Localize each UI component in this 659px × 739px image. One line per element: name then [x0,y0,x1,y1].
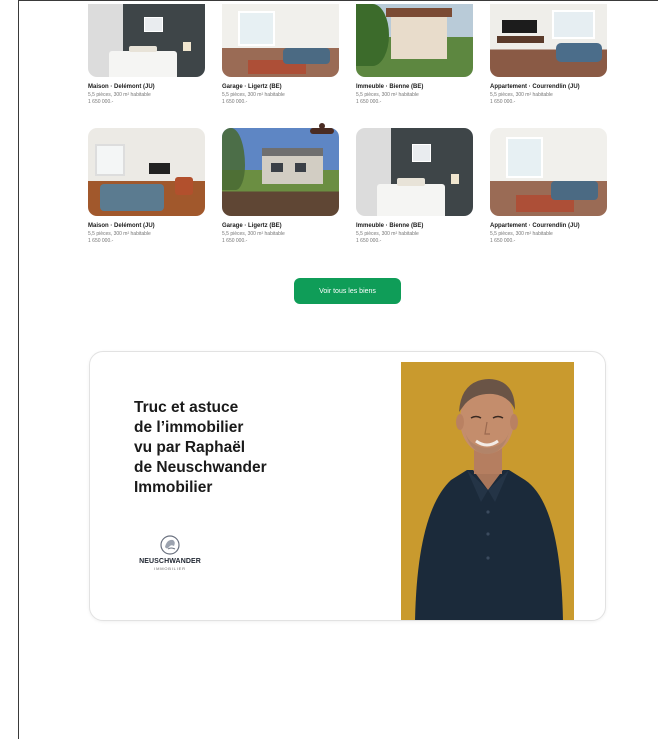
listing-card[interactable]: Maison · Delémont (JU) 5,5 pièces, 300 m… [88,4,205,105]
lion-logo-icon [160,535,180,555]
listing-title[interactable]: Garage · Ligertz (BE) [222,223,339,229]
listing-price: 1 650 000.- [356,238,382,244]
view-all-listings-button[interactable]: Voir tous les biens [294,278,401,304]
listing-price: 1 650 000.- [88,238,114,244]
building-exterior-photo[interactable] [222,128,339,216]
logo-name: NEUSCHWANDER [139,558,201,565]
promo-heading: Truc et astuce de l’immobilier vu par Ra… [134,399,267,496]
ceiling-fan-decoration [310,123,334,134]
listing-title[interactable]: Appartement · Courrendlin (JU) [490,84,607,90]
bedroom-photo[interactable] [356,128,473,216]
listing-details: 5,5 pièces, 300 m² habitable [490,231,553,237]
listing-card[interactable]: Garage · Ligertz (BE) 5,5 pièces, 300 m²… [222,128,339,244]
listing-title[interactable]: Appartement · Courrendlin (JU) [490,223,607,229]
listing-title[interactable]: Garage · Ligertz (BE) [222,84,339,90]
listing-card[interactable]: Appartement · Courrendlin (JU) 5,5 pièce… [490,4,607,105]
listing-card[interactable]: Maison · Delémont (JU) 5,5 pièces, 300 m… [88,128,205,244]
listing-row-1: Maison · Delémont (JU) 5,5 pièces, 300 m… [88,4,608,124]
listing-price: 1 650 000.- [222,238,248,244]
portrait-illustration [415,379,563,620]
listing-price: 1 650 000.- [356,99,382,105]
living-room-photo[interactable] [490,128,607,216]
listing-details: 5,5 pièces, 300 m² habitable [222,92,285,98]
apartment-living-photo[interactable] [490,4,607,77]
listing-price: 1 650 000.- [490,238,516,244]
listing-details: 5,5 pièces, 300 m² habitable [88,92,151,98]
listing-details: 5,5 pièces, 300 m² habitable [222,231,285,237]
listing-card[interactable]: Garage · Ligertz (BE) 5,5 pièces, 300 m²… [222,4,339,105]
company-logo[interactable]: NEUSCHWANDER IMMOBILIER [132,534,208,571]
agent-portrait [401,362,574,620]
listing-price: 1 650 000.- [222,99,248,105]
listing-details: 5,5 pièces, 300 m² habitable [356,92,419,98]
listing-details: 5,5 pièces, 300 m² habitable [356,231,419,237]
listing-card[interactable]: Immeuble · Bienne (BE) 5,5 pièces, 300 m… [356,4,473,105]
listing-details: 5,5 pièces, 300 m² habitable [490,92,553,98]
listing-title[interactable]: Immeuble · Bienne (BE) [356,223,473,229]
listing-title[interactable]: Maison · Delémont (JU) [88,223,205,229]
listing-card[interactable]: Appartement · Courrendlin (JU) 5,5 pièce… [490,128,607,244]
living-room-photo[interactable] [222,4,339,77]
listing-title[interactable]: Immeuble · Bienne (BE) [356,84,473,90]
listing-details: 5,5 pièces, 300 m² habitable [88,231,151,237]
promo-banner[interactable]: Truc et astuce de l’immobilier vu par Ra… [89,351,606,621]
listing-price: 1 650 000.- [88,99,114,105]
bedroom-photo[interactable] [88,4,205,77]
listing-card[interactable]: Immeuble · Bienne (BE) 5,5 pièces, 300 m… [356,128,473,244]
house-exterior-photo[interactable] [356,4,473,77]
living-room-photo[interactable] [88,128,205,216]
listing-title[interactable]: Maison · Delémont (JU) [88,84,205,90]
listing-row-2: Maison · Delémont (JU) 5,5 pièces, 300 m… [88,128,608,248]
logo-tagline: IMMOBILIER [154,566,186,571]
listing-price: 1 650 000.- [490,99,516,105]
